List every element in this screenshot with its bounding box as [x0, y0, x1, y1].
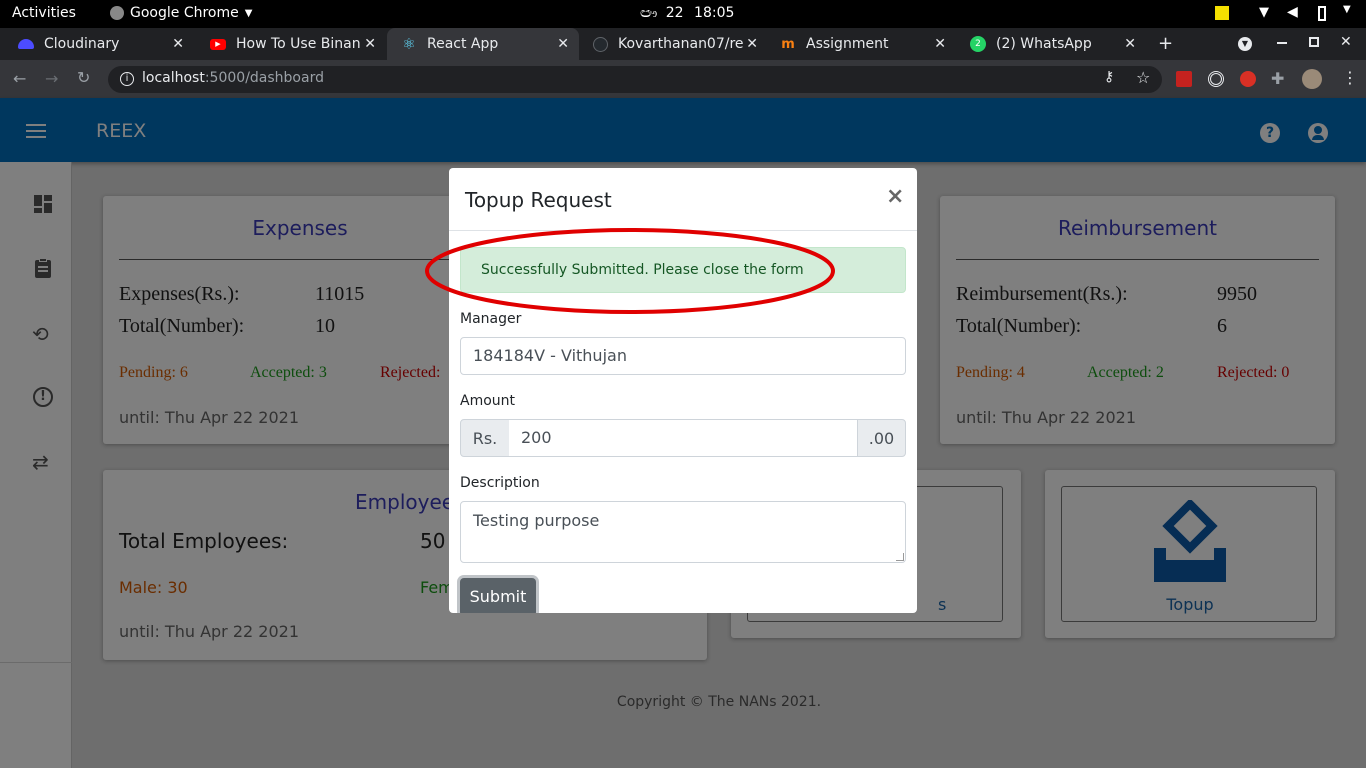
wifi-icon[interactable]: ▼	[1259, 5, 1269, 20]
tab-label: React App	[427, 36, 499, 52]
os-top-bar: Activities Google Chrome ▼ ඐ 22 18:05 ▼ …	[0, 0, 1366, 28]
battery-icon[interactable]	[1318, 6, 1326, 21]
success-alert: Successfully Submitted. Please close the…	[460, 247, 906, 293]
minimize-icon[interactable]	[1277, 42, 1287, 44]
manager-label: Manager	[460, 311, 522, 327]
cloudinary-icon	[18, 36, 34, 52]
tab-react-app[interactable]: ⚛ React App ✕	[387, 28, 579, 60]
modal-title: Topup Request	[465, 188, 612, 212]
restore-icon[interactable]	[1309, 37, 1319, 47]
tab-assignment[interactable]: m Assignment ✕	[766, 28, 956, 60]
tab-whatsapp[interactable]: 2 (2) WhatsApp ✕	[956, 28, 1146, 60]
chrome-icon	[110, 6, 124, 20]
close-window-icon[interactable]: ✕	[1340, 34, 1352, 50]
address-bar[interactable]: i localhost:5000/dashboard ⚷ ☆	[108, 66, 1162, 93]
amount-input[interactable]: 200	[509, 419, 858, 457]
submit-button[interactable]: Submit	[460, 578, 536, 613]
currency-prefix: Rs.	[460, 419, 510, 457]
tab-cloudinary[interactable]: Cloudinary ✕	[4, 28, 194, 60]
clock-time: 18:05	[694, 5, 735, 21]
clock-date: 22	[665, 5, 684, 21]
reload-icon[interactable]: ↻	[77, 68, 90, 87]
topup-request-modal: Topup Request × Successfully Submitted. …	[449, 168, 917, 613]
tab-github[interactable]: Kovarthanan07/re ✕	[578, 28, 768, 60]
tab-label: Cloudinary	[44, 36, 120, 52]
amount-label: Amount	[460, 393, 516, 409]
resize-handle-icon[interactable]	[896, 553, 904, 561]
cents-suffix: .00	[857, 419, 906, 457]
tab-search-icon[interactable]: ▼	[1238, 37, 1252, 51]
moodle-icon: m	[781, 36, 795, 52]
tab-label: Assignment	[806, 36, 889, 52]
extension-hand-icon[interactable]	[1240, 71, 1256, 87]
extensions-puzzle-icon[interactable]: ✚	[1271, 69, 1284, 88]
browser-toolbar: ← → ↻ i localhost:5000/dashboard ⚷ ☆ ✚ ⋮	[0, 60, 1366, 98]
whatsapp-icon: 2	[970, 36, 986, 52]
profile-avatar[interactable]	[1302, 69, 1322, 89]
close-icon[interactable]: ×	[886, 184, 904, 209]
close-tab-icon[interactable]: ✕	[172, 36, 184, 52]
url-path: :5000/dashboard	[204, 70, 324, 86]
bookmark-star-icon[interactable]: ☆	[1136, 68, 1150, 87]
tab-strip: Cloudinary ✕ ▶ How To Use Binan ✕ ⚛ Reac…	[0, 28, 1366, 82]
app-menu[interactable]: Google Chrome ▼	[110, 5, 252, 21]
clock[interactable]: ඐ 22 18:05	[640, 5, 734, 21]
date-glyph: ඐ	[640, 5, 658, 21]
system-menu-icon[interactable]: ▼	[1343, 4, 1351, 15]
manager-select[interactable]: 184184V - Vithujan	[460, 337, 906, 375]
close-tab-icon[interactable]: ✕	[746, 36, 758, 52]
notes-icon[interactable]	[1215, 6, 1229, 20]
close-tab-icon[interactable]: ✕	[1124, 36, 1136, 52]
extension-red-icon[interactable]	[1176, 71, 1192, 87]
url-text: localhost:5000/dashboard	[142, 70, 324, 86]
activities-button[interactable]: Activities	[12, 5, 76, 21]
tab-label: (2) WhatsApp	[996, 36, 1092, 52]
description-label: Description	[460, 475, 540, 491]
caret-down-icon: ▼	[244, 7, 253, 19]
modal-header: Topup Request ×	[449, 168, 917, 231]
new-tab-icon[interactable]: +	[1158, 33, 1173, 54]
close-tab-icon[interactable]: ✕	[557, 36, 569, 52]
react-icon: ⚛	[402, 35, 416, 53]
tab-label: How To Use Binan	[236, 36, 361, 52]
app-menu-label: Google Chrome	[130, 5, 239, 21]
volume-icon[interactable]: ◀	[1287, 4, 1298, 20]
close-tab-icon[interactable]: ✕	[364, 36, 376, 52]
tab-label: Kovarthanan07/re	[618, 36, 744, 52]
chrome-menu-icon[interactable]: ⋮	[1342, 68, 1358, 87]
url-host: localhost	[142, 70, 205, 86]
github-icon	[592, 36, 608, 52]
key-icon[interactable]: ⚷	[1104, 69, 1114, 85]
forward-icon[interactable]: →	[45, 69, 58, 88]
back-icon[interactable]: ←	[13, 69, 26, 88]
description-textarea[interactable]: Testing purpose	[460, 501, 906, 563]
extension-target-icon[interactable]	[1208, 71, 1224, 87]
site-info-icon[interactable]: i	[120, 72, 134, 86]
youtube-icon: ▶	[210, 36, 226, 52]
close-tab-icon[interactable]: ✕	[934, 36, 946, 52]
tab-youtube[interactable]: ▶ How To Use Binan ✕	[196, 28, 386, 60]
